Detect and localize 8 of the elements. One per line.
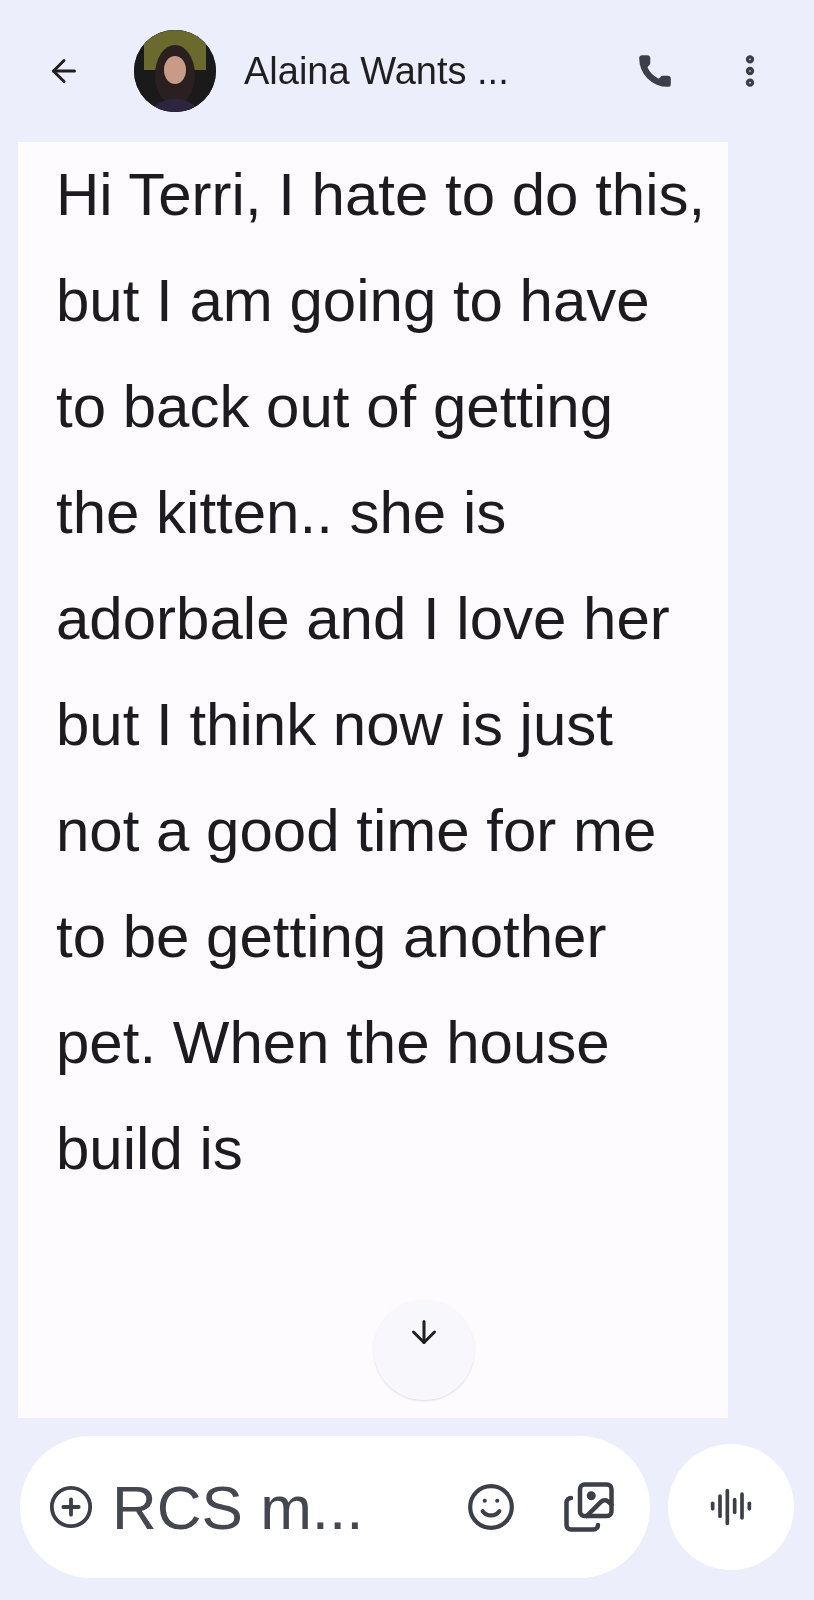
add-icon[interactable] bbox=[48, 1484, 94, 1530]
gallery-icon[interactable] bbox=[562, 1480, 616, 1534]
message-text: Hi Terri, I hate to do this, but I am going to have to back out of getting the kitten.. she is adorbale and I love her but I think now is just not a good time for me to be getting another pet. When the house build is bbox=[56, 160, 706, 1184]
emoji-icon[interactable] bbox=[466, 1482, 516, 1532]
contact-name: Alaina Wants ... bbox=[244, 48, 509, 94]
message-input[interactable]: RCS m... bbox=[20, 1436, 650, 1578]
message-field[interactable]: RCS m... bbox=[112, 1460, 412, 1554]
phone-icon[interactable] bbox=[636, 52, 674, 90]
